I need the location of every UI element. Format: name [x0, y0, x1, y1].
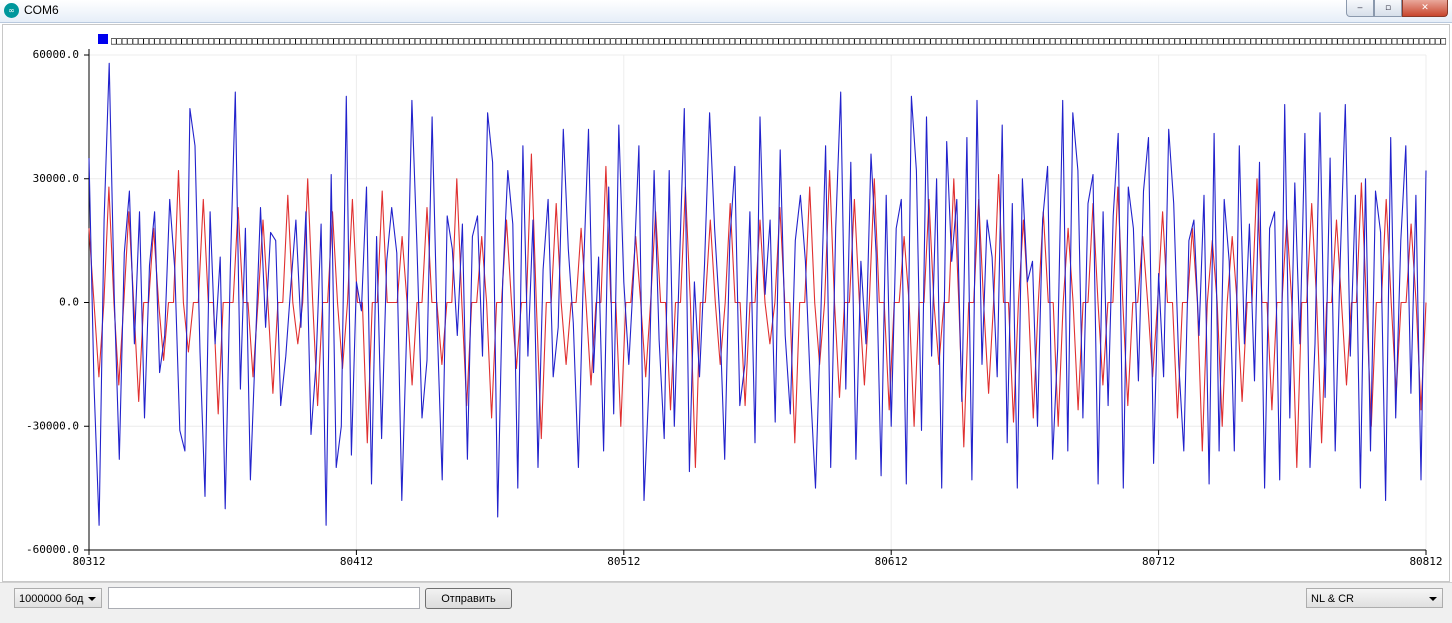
- y-tick-label: -30000.0: [26, 419, 79, 432]
- x-tick-label: 80712: [1142, 555, 1175, 568]
- baud-rate-label: 1000000 бод: [19, 593, 84, 605]
- line-ending-label: NL & CR: [1311, 593, 1354, 605]
- chevron-down-icon: [88, 597, 96, 601]
- legend-label: □□□□□□□□□□□□□□□□□□□□□□□□□□□□□□□□□□□□□□□□…: [111, 36, 1446, 47]
- y-tick-label: 60000.0: [33, 48, 79, 61]
- x-tick-label: 80512: [607, 555, 640, 568]
- legend-marker: [98, 34, 108, 44]
- message-input[interactable]: [108, 587, 420, 609]
- bottom-toolbar: 1000000 бод Отправить NL & CR: [0, 582, 1452, 623]
- x-tick-label: 80312: [72, 555, 105, 568]
- x-tick-label: 80412: [340, 555, 373, 568]
- chart-legend: □□□□□□□□□□□□□□□□□□□□□□□□□□□□□□□□□□□□□□□□…: [98, 34, 1446, 47]
- y-tick-label: 0.0: [59, 296, 79, 309]
- send-button[interactable]: Отправить: [425, 588, 512, 609]
- chevron-down-icon: [1429, 597, 1437, 601]
- y-tick-label: 30000.0: [33, 172, 79, 185]
- y-tick-label: -60000.0: [26, 543, 79, 556]
- line-chart: 60000.0 30000.0 0.0 -30000.0 -60000.080312 80…: [26, 34, 1446, 568]
- x-tick-label: 80812: [1409, 555, 1442, 568]
- baud-rate-select[interactable]: 1000000 бод: [14, 588, 102, 608]
- series-line-1: [88, 62, 1427, 526]
- line-ending-select[interactable]: NL & CR: [1306, 588, 1443, 608]
- x-tick-label: 80612: [875, 555, 908, 568]
- chart-series: [88, 62, 1427, 526]
